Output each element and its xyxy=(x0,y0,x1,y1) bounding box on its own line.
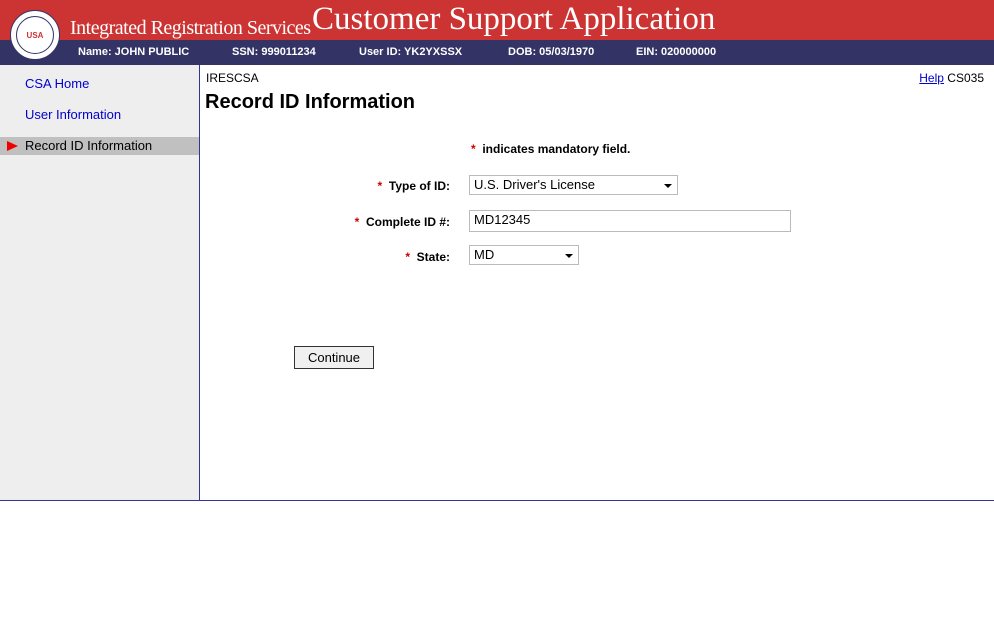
user-id: User ID: YK2YXSSX xyxy=(359,46,463,58)
continue-button[interactable]: Continue xyxy=(294,346,374,369)
app-code: IRESCSA xyxy=(206,71,259,85)
sidebar-item-record-id-information[interactable]: Record ID Information xyxy=(0,137,199,155)
type-of-id-select[interactable]: U.S. Driver's License xyxy=(469,175,678,195)
state-select[interactable]: MD xyxy=(469,245,579,265)
help-link[interactable]: Help xyxy=(919,71,944,85)
sidebar-item-user-information[interactable]: User Information xyxy=(25,107,121,122)
app-title: Customer Support Application xyxy=(312,1,716,37)
user-info-bar: Name: JOHN PUBLIC SSN: 999011234 User ID… xyxy=(0,40,994,65)
page-title: Record ID Information xyxy=(205,91,416,113)
current-arrow-icon xyxy=(7,141,18,151)
dropdown-arrow-icon xyxy=(565,254,573,258)
screen-code: CS035 xyxy=(947,71,984,85)
state-label: * State: xyxy=(405,250,450,264)
user-ssn: SSN: 999011234 xyxy=(232,46,316,58)
complete-id-label: * Complete ID #: xyxy=(354,215,450,229)
org-name: Integrated Registration Services xyxy=(70,17,311,39)
sidebar-item-csa-home[interactable]: CSA Home xyxy=(25,76,89,91)
type-of-id-label: * Type of ID: xyxy=(377,179,450,193)
dropdown-arrow-icon xyxy=(664,184,672,188)
sidebar: CSA Home User Information Record ID Info… xyxy=(0,65,200,500)
main-content: IRESCSA Help CS035 Record ID Information… xyxy=(200,65,994,500)
user-name: Name: JOHN PUBLIC xyxy=(78,46,190,58)
complete-id-input[interactable]: MD12345 xyxy=(469,210,791,232)
ssa-seal-logo: USA xyxy=(10,10,60,60)
user-dob: DOB: 05/03/1970 xyxy=(508,46,595,58)
mandatory-note: * indicates mandatory field. xyxy=(471,142,631,156)
sidebar-item-label: Record ID Information xyxy=(25,138,153,153)
user-ein: EIN: 020000000 xyxy=(636,46,717,58)
footer-divider xyxy=(0,500,994,501)
